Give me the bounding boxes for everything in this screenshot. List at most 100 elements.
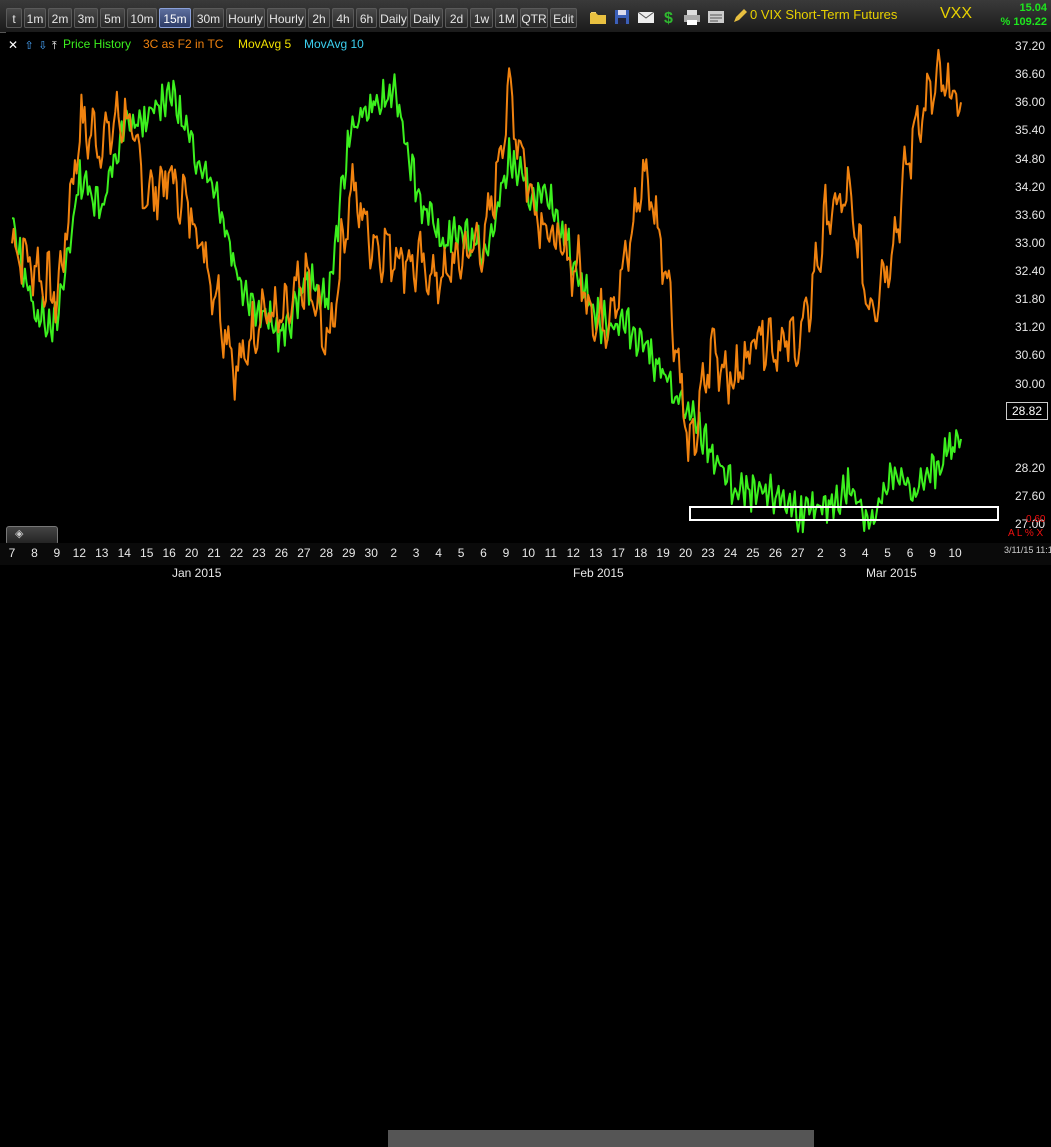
timeframe-button-6h[interactable]: 6h	[356, 8, 377, 28]
x-tick-label: 10	[521, 546, 536, 560]
x-tick-label: 25	[746, 546, 760, 560]
arrow-down-icon[interactable]: ⇩	[38, 40, 47, 52]
lower-value: 0.60	[1026, 514, 1046, 525]
x-tick-label: 18	[633, 546, 648, 560]
toolbar: t 1m 2m 3m 5m 10m 15m 30m Hourly Hourly 2h 4h 6h Dail…	[0, 0, 1051, 33]
month-label-jan: Jan 2015	[172, 566, 222, 580]
timeframe-button-2m[interactable]: 2m	[48, 8, 72, 28]
timeframe-button-5m[interactable]: 5m	[100, 8, 125, 28]
timeframe-button-30m[interactable]: 30m	[193, 8, 224, 28]
move-top-icon[interactable]: ⤒	[52, 40, 57, 52]
x-axis[interactable]: 7 8 9 12 13 14 15 16 20 21 22 23 26 27 28 29 30 2 3 4 5 6 9 10 1…	[0, 543, 1051, 565]
legend-price-history[interactable]: Price History	[63, 37, 131, 51]
timeframe-button-1w[interactable]: 1w	[470, 8, 493, 28]
x-tick-label: 26	[274, 546, 289, 560]
x-tick-label: 13	[589, 546, 603, 560]
timeframe-button-hourly[interactable]: Hourly	[226, 8, 265, 28]
x-tick-label: 11	[544, 546, 558, 560]
last-value-marker: 28.82	[1006, 402, 1048, 420]
x-tick-label: 8	[31, 546, 38, 560]
y-tick-label: 27.60	[1014, 489, 1045, 504]
y-tick-label: 30.60	[1014, 348, 1045, 363]
price-chart	[11, 48, 962, 534]
x-tick-label: 6	[906, 546, 914, 560]
hand-icon: ◈	[15, 528, 24, 540]
x-tick-label: 9	[502, 546, 510, 560]
settings-icon[interactable]	[706, 8, 726, 26]
scroll-thumb[interactable]	[388, 1130, 814, 1147]
price-history-line	[11, 73, 962, 534]
timeframe-button-1m[interactable]: 1M	[495, 8, 518, 28]
percent-change: % 109.22	[1000, 16, 1047, 28]
x-tick-label: 4	[861, 546, 869, 560]
save-icon[interactable]	[612, 8, 632, 26]
timeframe-button-hourly[interactable]: Hourly	[267, 8, 306, 28]
x-tick-label: 19	[656, 546, 670, 560]
timeframe-button-daily[interactable]: Daily	[379, 8, 408, 28]
svg-text:$: $	[664, 10, 673, 26]
chart-area[interactable]	[6, 32, 1004, 543]
timeframe-button-4h[interactable]: 4h	[332, 8, 354, 28]
timeframe-button-10m[interactable]: 10m	[127, 8, 157, 28]
legend-movavg5[interactable]: MovAvg 5	[238, 37, 291, 51]
y-tick-label: 37.20	[1014, 39, 1045, 54]
x-tick-label: 6	[480, 546, 487, 560]
timeframe-button-15m[interactable]: 15m	[159, 8, 191, 28]
x-tick-label: 2	[390, 546, 398, 560]
timeframe-button-edit[interactable]: Edit	[550, 8, 577, 28]
x-tick-label: 9	[929, 546, 936, 560]
close-icon[interactable]: ✕	[8, 38, 18, 52]
dollar-icon[interactable]: $	[660, 8, 680, 26]
timeframe-button-t[interactable]: t	[6, 8, 22, 28]
y-tick-label: 36.00	[1014, 95, 1045, 110]
month-label-feb: Feb 2015	[573, 566, 624, 580]
y-tick-label: 28.20	[1014, 460, 1045, 475]
y-tick-label: 32.40	[1014, 264, 1045, 279]
folder-icon[interactable]	[588, 8, 608, 26]
x-tick-label: 7	[8, 546, 16, 560]
selection-rectangle[interactable]	[689, 506, 999, 521]
x-tick-label: 9	[53, 546, 61, 560]
x-tick-label: 24	[723, 546, 738, 560]
x-tick-label: 28	[319, 546, 334, 560]
arrow-up-icon[interactable]: ⇧	[25, 40, 34, 52]
print-icon[interactable]	[682, 8, 702, 26]
email-icon[interactable]	[636, 8, 656, 26]
x-tick-label: 17	[611, 546, 625, 560]
timestamp: 3/11/15 11:15	[1004, 545, 1051, 555]
x-tick-label: 20	[678, 546, 693, 560]
x-tick-label: 12	[566, 546, 580, 560]
legend-controls: ✕ ⇧ ⇩ ⤒	[8, 36, 57, 54]
x-tick-label: 15	[140, 546, 154, 560]
timeframe-button-3m[interactable]: 3m	[74, 8, 98, 28]
x-tick-label: 29	[342, 546, 356, 560]
x-tick-label: 27	[297, 546, 311, 560]
timeframe-button-2h[interactable]: 2h	[308, 8, 330, 28]
symbol-description: 0 VIX Short-Term Futures	[750, 7, 898, 22]
price-series-path	[11, 73, 962, 534]
x-tick-label: 4	[435, 546, 442, 560]
y-tick-label: 34.80	[1014, 151, 1045, 166]
x-tick-label: 21	[207, 546, 221, 560]
timeframe-button-qtr[interactable]: QTR	[520, 8, 548, 28]
x-tick-label: 27	[791, 546, 805, 560]
x-tick-label: 16	[162, 546, 176, 560]
y-axis[interactable]: 37.20 36.60 36.00 35.40 34.80 34.20 33.60 33.00…	[1004, 32, 1051, 543]
pencil-icon[interactable]	[730, 8, 750, 26]
timeframe-button-daily[interactable]: Daily	[410, 8, 443, 28]
timeframe-button-1m[interactable]: 1m	[24, 8, 46, 28]
timeframe-button-2d[interactable]: 2d	[445, 8, 468, 28]
x-tick-label: 13	[95, 546, 109, 560]
symbol-ticker: VXX	[940, 5, 973, 22]
x-tick-label: 3	[412, 546, 420, 560]
x-tick-label: 23	[252, 546, 266, 560]
legend-movavg10[interactable]: MovAvg 10	[304, 37, 364, 51]
y-tick-label: 35.40	[1014, 123, 1045, 138]
legend-indicator[interactable]: 3C as F2 in TC	[143, 37, 223, 51]
y-tick-label: 36.60	[1014, 67, 1045, 82]
x-tick-label: 14	[117, 546, 131, 560]
x-tick-label: 23	[701, 546, 715, 560]
x-tick-label: 2	[816, 546, 824, 560]
y-tick-label: 31.80	[1014, 292, 1045, 307]
month-bar[interactable]: Jan 2015 Feb 2015 Mar 2015	[0, 565, 1051, 1147]
